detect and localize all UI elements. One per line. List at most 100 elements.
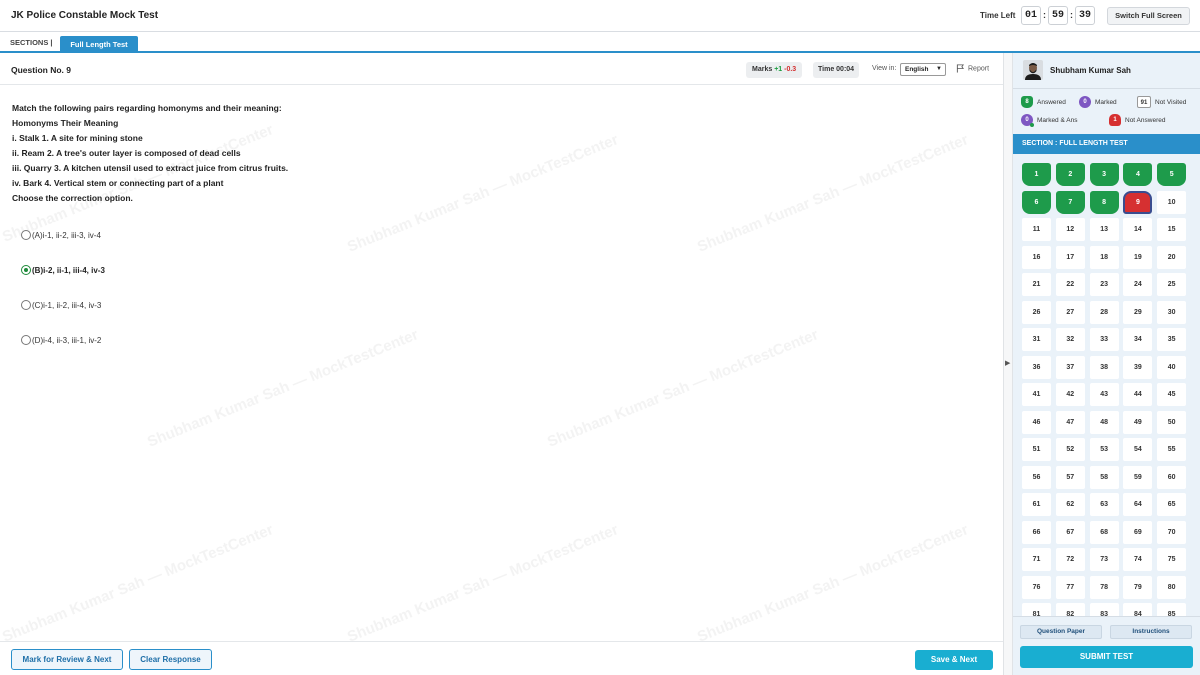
question-palette-item[interactable]: 22 xyxy=(1055,273,1085,296)
question-palette-item[interactable]: 34 xyxy=(1123,328,1153,351)
question-palette-item[interactable]: 17 xyxy=(1055,245,1085,269)
question-palette-item[interactable]: 78 xyxy=(1089,575,1119,599)
question-palette-item[interactable]: 44 xyxy=(1123,383,1153,406)
question-palette-item[interactable]: 19 xyxy=(1123,245,1153,269)
question-palette-item[interactable]: 62 xyxy=(1055,493,1085,516)
tab-full-length-test[interactable]: Full Length Test xyxy=(60,36,138,53)
question-palette-item[interactable]: 35 xyxy=(1157,328,1187,351)
question-paper-button[interactable]: Question Paper xyxy=(1020,625,1102,639)
question-palette-item[interactable]: 53 xyxy=(1089,438,1119,461)
question-palette-item[interactable]: 81 xyxy=(1022,603,1051,616)
save-next-button[interactable]: Save & Next xyxy=(915,650,993,670)
question-palette-item[interactable]: 15 xyxy=(1157,218,1187,241)
instructions-button[interactable]: Instructions xyxy=(1110,625,1192,639)
switch-full-screen-button[interactable]: Switch Full Screen xyxy=(1107,7,1190,25)
question-palette-item[interactable]: 82 xyxy=(1055,603,1085,616)
question-palette-item[interactable]: 66 xyxy=(1022,520,1051,544)
question-palette-item[interactable]: 46 xyxy=(1022,410,1051,434)
question-palette-item[interactable]: 69 xyxy=(1123,520,1153,544)
radio-button[interactable] xyxy=(21,230,31,240)
question-palette-item[interactable]: 40 xyxy=(1157,355,1187,379)
panel-collapse-handle[interactable]: ▶ xyxy=(1003,53,1013,675)
question-palette-item[interactable]: 8 xyxy=(1089,190,1119,214)
question-palette-item[interactable]: 5 xyxy=(1157,163,1187,186)
question-palette-item[interactable]: 20 xyxy=(1157,245,1187,269)
question-palette-item[interactable]: 83 xyxy=(1089,603,1119,616)
question-palette-item[interactable]: 47 xyxy=(1055,410,1085,434)
option-d[interactable]: (D)i-4, ii-3, iii-1, iv-2 xyxy=(21,334,101,346)
submit-test-button[interactable]: SUBMIT TEST xyxy=(1020,646,1193,668)
question-palette-item[interactable]: 58 xyxy=(1089,465,1119,489)
question-palette-item[interactable]: 9 xyxy=(1123,190,1153,214)
question-palette-item[interactable]: 80 xyxy=(1157,575,1187,599)
radio-button[interactable] xyxy=(21,300,31,310)
question-palette-item[interactable]: 32 xyxy=(1055,328,1085,351)
question-palette-item[interactable]: 4 xyxy=(1123,163,1153,186)
question-palette-item[interactable]: 51 xyxy=(1022,438,1051,461)
question-palette-item[interactable]: 68 xyxy=(1089,520,1119,544)
question-palette-item[interactable]: 11 xyxy=(1022,218,1051,241)
question-palette-item[interactable]: 21 xyxy=(1022,273,1051,296)
question-palette-item[interactable]: 79 xyxy=(1123,575,1153,599)
mark-for-review-next-button[interactable]: Mark for Review & Next xyxy=(11,649,123,670)
option-a[interactable]: (A)i-1, ii-2, iii-3, iv-4 xyxy=(21,229,101,241)
question-palette-item[interactable]: 42 xyxy=(1055,383,1085,406)
radio-button[interactable] xyxy=(21,335,31,345)
clear-response-button[interactable]: Clear Response xyxy=(129,649,212,670)
question-palette-item[interactable]: 43 xyxy=(1089,383,1119,406)
question-palette-item[interactable]: 45 xyxy=(1157,383,1187,406)
question-palette-item[interactable]: 23 xyxy=(1089,273,1119,296)
question-palette-item[interactable]: 85 xyxy=(1157,603,1187,616)
question-palette-item[interactable]: 52 xyxy=(1055,438,1085,461)
question-palette-item[interactable]: 67 xyxy=(1055,520,1085,544)
question-palette-item[interactable]: 77 xyxy=(1055,575,1085,599)
question-palette-item[interactable]: 55 xyxy=(1157,438,1187,461)
question-palette-item[interactable]: 54 xyxy=(1123,438,1153,461)
question-palette-item[interactable]: 84 xyxy=(1123,603,1153,616)
question-palette-item[interactable]: 71 xyxy=(1022,548,1051,571)
question-palette-item[interactable]: 27 xyxy=(1055,300,1085,324)
question-palette-item[interactable]: 12 xyxy=(1055,218,1085,241)
question-palette-item[interactable]: 41 xyxy=(1022,383,1051,406)
question-palette-item[interactable]: 1 xyxy=(1022,163,1051,186)
question-palette-item[interactable]: 75 xyxy=(1157,548,1187,571)
question-palette-item[interactable]: 24 xyxy=(1123,273,1153,296)
question-palette-item[interactable]: 36 xyxy=(1022,355,1051,379)
question-palette-item[interactable]: 6 xyxy=(1022,190,1051,214)
question-palette-item[interactable]: 3 xyxy=(1089,163,1119,186)
question-palette-item[interactable]: 25 xyxy=(1157,273,1187,296)
question-palette-item[interactable]: 33 xyxy=(1089,328,1119,351)
question-palette-item[interactable]: 48 xyxy=(1089,410,1119,434)
question-palette-item[interactable]: 7 xyxy=(1055,190,1085,214)
question-palette-item[interactable]: 38 xyxy=(1089,355,1119,379)
question-palette-item[interactable]: 14 xyxy=(1123,218,1153,241)
question-palette-item[interactable]: 61 xyxy=(1022,493,1051,516)
question-palette-item[interactable]: 2 xyxy=(1055,163,1085,186)
question-palette-item[interactable]: 49 xyxy=(1123,410,1153,434)
question-palette-item[interactable]: 56 xyxy=(1022,465,1051,489)
radio-button-selected[interactable] xyxy=(21,265,31,275)
question-palette-item[interactable]: 70 xyxy=(1157,520,1187,544)
question-palette-item[interactable]: 59 xyxy=(1123,465,1153,489)
option-c[interactable]: (C)i-1, ii-2, iii-4, iv-3 xyxy=(21,299,101,311)
question-palette-item[interactable]: 50 xyxy=(1157,410,1187,434)
question-palette-item[interactable]: 57 xyxy=(1055,465,1085,489)
question-palette-item[interactable]: 72 xyxy=(1055,548,1085,571)
question-palette-item[interactable]: 16 xyxy=(1022,245,1051,269)
language-select[interactable]: English ▼ xyxy=(900,63,946,76)
question-palette-item[interactable]: 31 xyxy=(1022,328,1051,351)
question-palette-item[interactable]: 30 xyxy=(1157,300,1187,324)
question-palette-item[interactable]: 28 xyxy=(1089,300,1119,324)
question-palette-item[interactable]: 65 xyxy=(1157,493,1187,516)
question-palette-item[interactable]: 76 xyxy=(1022,575,1051,599)
question-palette-item[interactable]: 39 xyxy=(1123,355,1153,379)
question-palette-item[interactable]: 60 xyxy=(1157,465,1187,489)
question-palette-item[interactable]: 29 xyxy=(1123,300,1153,324)
question-palette-item[interactable]: 73 xyxy=(1089,548,1119,571)
option-b[interactable]: (B)i-2, ii-1, iii-4, iv-3 xyxy=(21,264,105,276)
question-palette-item[interactable]: 74 xyxy=(1123,548,1153,571)
question-palette-item[interactable]: 13 xyxy=(1089,218,1119,241)
question-palette-item[interactable]: 63 xyxy=(1089,493,1119,516)
question-palette-item[interactable]: 64 xyxy=(1123,493,1153,516)
report-link[interactable]: Report xyxy=(956,64,989,73)
